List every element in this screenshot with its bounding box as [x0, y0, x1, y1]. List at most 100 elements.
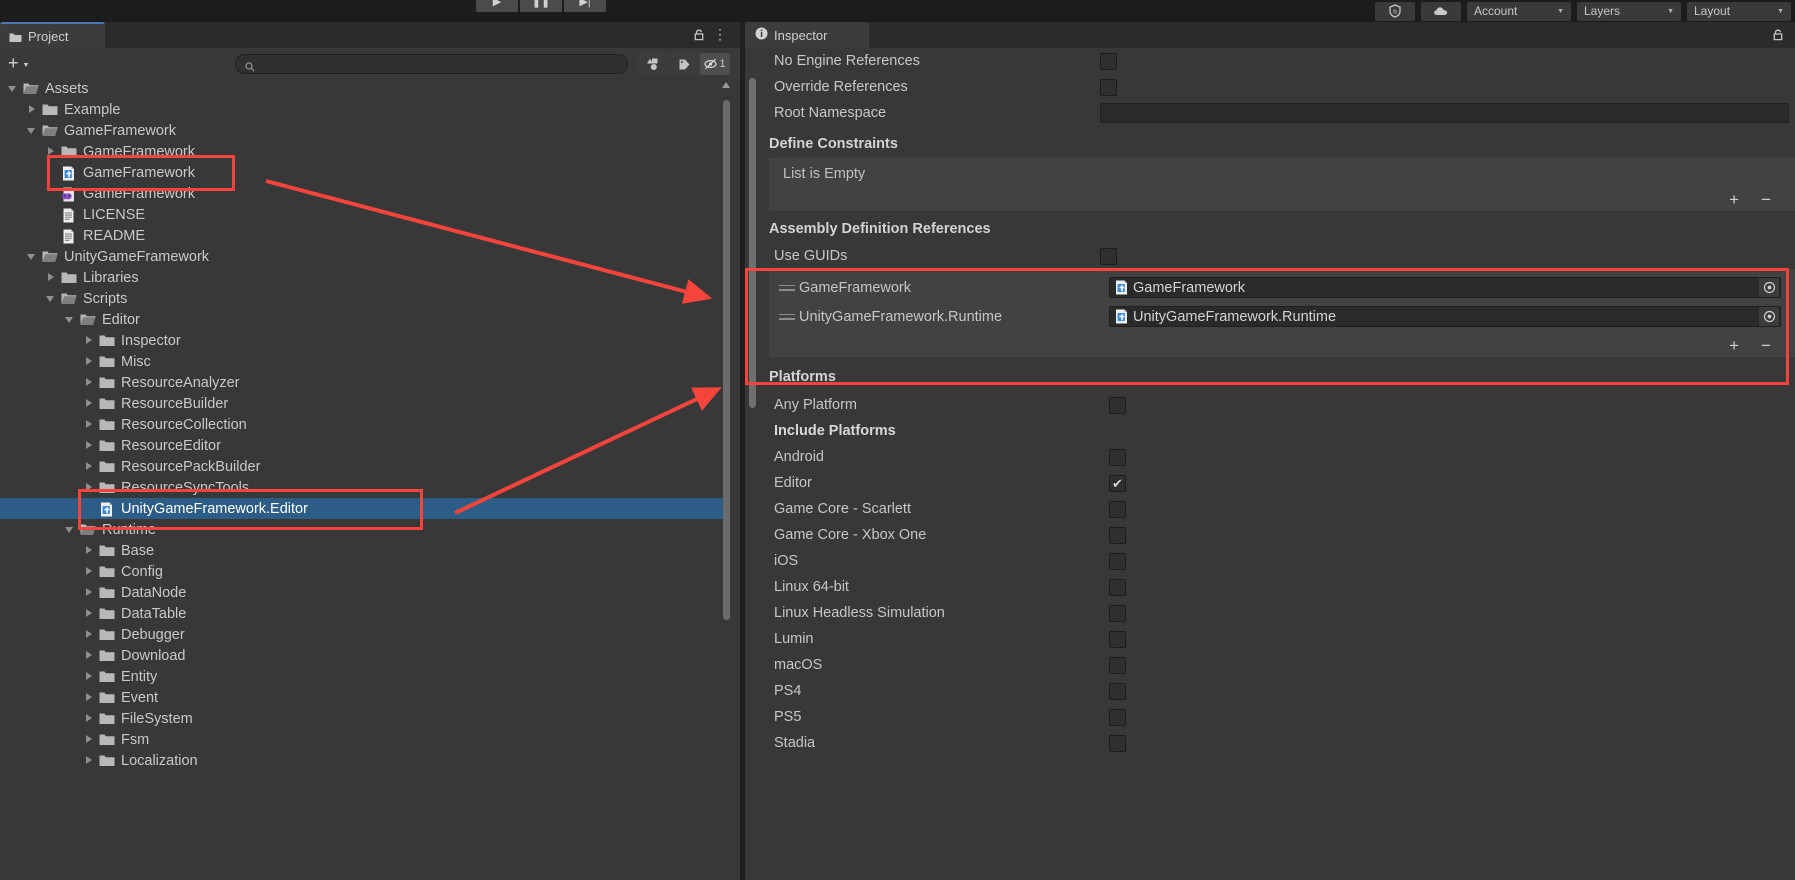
- tree-row[interactable]: Base: [0, 540, 724, 561]
- platform-checkbox[interactable]: [1109, 708, 1126, 726]
- disclosure-triangle-icon[interactable]: [46, 293, 57, 304]
- platform-checkbox[interactable]: [1109, 448, 1126, 466]
- tree-row[interactable]: Editor: [0, 309, 724, 330]
- tree-row[interactable]: Event: [0, 687, 724, 708]
- tab-inspector[interactable]: Inspector: [745, 22, 869, 48]
- platform-checkbox[interactable]: [1109, 552, 1126, 570]
- tree-row[interactable]: UnityGameFramework: [0, 246, 724, 267]
- add-asset-button[interactable]: + ▼: [8, 53, 29, 74]
- platform-checkbox[interactable]: [1109, 630, 1126, 648]
- platform-row[interactable]: Editor ✔: [769, 470, 1795, 496]
- define-constraints-remove-button[interactable]: −: [1761, 190, 1771, 210]
- platform-row[interactable]: Any Platform: [769, 392, 1795, 418]
- disclosure-triangle-icon[interactable]: [27, 251, 38, 262]
- disclosure-triangle-icon[interactable]: [84, 377, 95, 388]
- platform-checkbox[interactable]: [1109, 656, 1126, 674]
- assembly-reference-row[interactable]: GameFramework GameFramework: [769, 273, 1795, 302]
- disclosure-triangle-icon[interactable]: [84, 713, 95, 724]
- property-checkbox[interactable]: [1100, 78, 1117, 96]
- tree-row[interactable]: Fsm: [0, 729, 724, 750]
- tab-project[interactable]: Project: [0, 22, 105, 48]
- disclosure-triangle-icon[interactable]: [27, 104, 38, 115]
- disclosure-triangle-icon[interactable]: [65, 314, 76, 325]
- tree-row[interactable]: DataNode: [0, 582, 724, 603]
- disclosure-triangle-icon[interactable]: [84, 440, 95, 451]
- play-button[interactable]: ▶: [476, 0, 518, 12]
- tree-row[interactable]: ResourceCollection: [0, 414, 724, 435]
- panel-menu-icon[interactable]: ⋮: [713, 26, 727, 42]
- project-scroll-thumb[interactable]: [723, 100, 730, 620]
- disclosure-triangle-icon[interactable]: [27, 125, 38, 136]
- platform-row[interactable]: macOS: [769, 652, 1795, 678]
- pause-button[interactable]: ❚❚: [520, 0, 562, 12]
- platform-checkbox[interactable]: [1109, 578, 1126, 596]
- object-picker-icon[interactable]: [1759, 307, 1779, 326]
- tree-row[interactable]: GameFramework: [0, 183, 724, 204]
- disclosure-triangle-icon[interactable]: [46, 146, 57, 157]
- object-picker-icon[interactable]: [1759, 278, 1779, 297]
- search-input[interactable]: [235, 54, 628, 74]
- platform-row[interactable]: PS4: [769, 678, 1795, 704]
- tree-row[interactable]: LICENSE: [0, 204, 724, 225]
- tree-row[interactable]: ResourceEditor: [0, 435, 724, 456]
- project-tree[interactable]: Assets Example GameFramework GameFramework G…: [0, 78, 724, 880]
- platform-checkbox[interactable]: ✔: [1109, 474, 1126, 492]
- project-scrollbar[interactable]: [722, 78, 730, 880]
- platform-checkbox[interactable]: [1109, 734, 1126, 752]
- disclosure-triangle-icon[interactable]: [84, 650, 95, 661]
- tree-row[interactable]: ResourceSyncTools: [0, 477, 724, 498]
- search-field[interactable]: [255, 57, 627, 71]
- collab-icon[interactable]: b: [1375, 1, 1415, 21]
- filter-by-label-icon[interactable]: [669, 53, 699, 75]
- disclosure-triangle-icon[interactable]: [84, 419, 95, 430]
- tree-row[interactable]: Debugger: [0, 624, 724, 645]
- layout-dropdown[interactable]: Layout ▼: [1687, 1, 1791, 21]
- assembly-reference-row[interactable]: UnityGameFramework.Runtime UnityGameFrame…: [769, 302, 1795, 331]
- tree-row[interactable]: Localization: [0, 750, 724, 771]
- use-guids-checkbox[interactable]: [1100, 247, 1117, 265]
- tree-row[interactable]: Runtime: [0, 519, 724, 540]
- tree-row[interactable]: ResourceAnalyzer: [0, 372, 724, 393]
- platform-row[interactable]: Linux 64-bit: [769, 574, 1795, 600]
- tree-row[interactable]: GameFramework: [0, 162, 724, 183]
- platform-checkbox[interactable]: [1109, 396, 1126, 414]
- disclosure-triangle-icon[interactable]: [8, 83, 19, 94]
- disclosure-triangle-icon[interactable]: [84, 671, 95, 682]
- disclosure-triangle-icon[interactable]: [84, 335, 95, 346]
- tree-row[interactable]: GameFramework: [0, 120, 724, 141]
- platform-row[interactable]: iOS: [769, 548, 1795, 574]
- tree-row[interactable]: Config: [0, 561, 724, 582]
- platform-row[interactable]: Game Core - Xbox One: [769, 522, 1795, 548]
- hidden-assets-filter-icon[interactable]: 1: [700, 53, 730, 75]
- platform-checkbox[interactable]: [1109, 526, 1126, 544]
- platform-row[interactable]: Stadia: [769, 730, 1795, 756]
- property-checkbox[interactable]: [1100, 52, 1117, 70]
- cloud-icon[interactable]: [1421, 1, 1461, 21]
- tree-row[interactable]: FileSystem: [0, 708, 724, 729]
- disclosure-triangle-icon[interactable]: [84, 734, 95, 745]
- assembly-references-add-button[interactable]: +: [1729, 336, 1739, 356]
- tree-row[interactable]: Example: [0, 99, 724, 120]
- assembly-references-remove-button[interactable]: −: [1761, 336, 1771, 356]
- disclosure-triangle-icon[interactable]: [84, 482, 95, 493]
- tree-row-selected[interactable]: UnityGameFramework.Editor: [0, 498, 724, 519]
- layers-dropdown[interactable]: Layers ▼: [1577, 1, 1681, 21]
- tree-row[interactable]: Scripts: [0, 288, 724, 309]
- tree-row[interactable]: README: [0, 225, 724, 246]
- disclosure-triangle-icon[interactable]: [84, 587, 95, 598]
- platform-row[interactable]: Android: [769, 444, 1795, 470]
- disclosure-triangle-icon[interactable]: [84, 398, 95, 409]
- disclosure-triangle-icon[interactable]: [84, 461, 95, 472]
- tree-row[interactable]: Download: [0, 645, 724, 666]
- account-dropdown[interactable]: Account ▼: [1467, 1, 1571, 21]
- tree-row[interactable]: ResourcePackBuilder: [0, 456, 724, 477]
- disclosure-triangle-icon[interactable]: [84, 545, 95, 556]
- tree-row[interactable]: DataTable: [0, 603, 724, 624]
- platform-row[interactable]: Lumin: [769, 626, 1795, 652]
- platform-checkbox[interactable]: [1109, 500, 1126, 518]
- assembly-object-field[interactable]: UnityGameFramework.Runtime: [1109, 306, 1781, 327]
- disclosure-triangle-icon[interactable]: [84, 608, 95, 619]
- disclosure-triangle-icon[interactable]: [84, 692, 95, 703]
- tree-row[interactable]: Assets: [0, 78, 724, 99]
- scroll-up-icon[interactable]: [722, 82, 730, 88]
